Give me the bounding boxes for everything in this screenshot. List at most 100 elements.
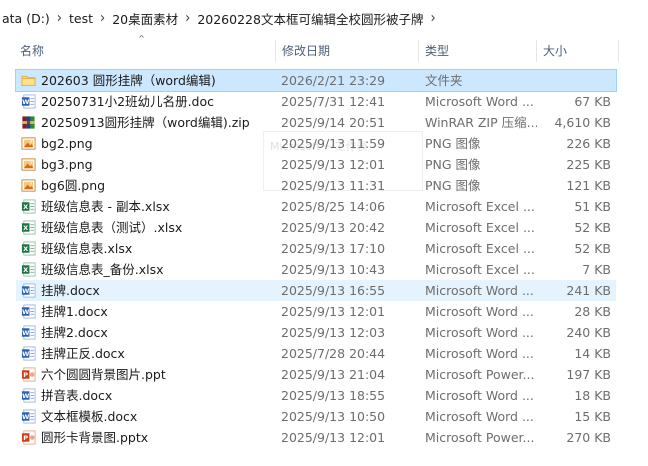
file-row[interactable]: W 挂牌正反.docx 2025/7/28 20:44 Microsoft Word … xyxy=(16,343,616,364)
file-size: 4,610 KB xyxy=(554,115,611,130)
file-size: 51 KB xyxy=(574,199,611,214)
file-size: 18 KB xyxy=(574,388,611,403)
sort-ascending-icon: ˄ xyxy=(137,35,146,46)
file-modified-date: 2025/9/13 12:01 xyxy=(281,157,386,172)
file-modified-date: 2025/9/13 10:43 xyxy=(281,262,386,277)
file-modified-date: 2025/9/13 12:03 xyxy=(281,325,386,340)
file-type: Microsoft Word ... xyxy=(425,409,534,424)
column-header-size[interactable]: 大小 xyxy=(537,36,617,66)
file-row[interactable]: W 挂牌1.docx 2025/9/13 12:01 Microsoft Word .… xyxy=(16,301,616,322)
file-size: 240 KB xyxy=(566,325,611,340)
file-row[interactable]: P 六个圆圆背景图片.ppt 2025/9/13 21:04 Microsoft Po… xyxy=(16,364,616,385)
file-name: 文本框模板.docx xyxy=(41,409,138,424)
file-row[interactable]: X 班级信息表 - 副本.xlsx 2025/8/25 14:06 Microsoft… xyxy=(16,196,616,217)
file-name: 班级信息表（测试）.xlsx xyxy=(41,220,183,235)
file-type: Microsoft Word ... xyxy=(425,94,534,109)
file-size: 270 KB xyxy=(566,430,611,445)
column-header-date[interactable]: 修改日期 xyxy=(276,36,416,66)
file-name: 202603 圆形挂牌（word编辑) xyxy=(41,73,216,88)
svg-text:W: W xyxy=(22,98,30,106)
file-modified-date: 2025/9/13 11:59 xyxy=(281,136,386,151)
file-name: bg2.png xyxy=(41,136,93,151)
breadcrumb-drive[interactable]: ata (D:) xyxy=(0,11,52,26)
svg-text:X: X xyxy=(23,266,28,274)
svg-text:X: X xyxy=(23,203,28,211)
file-modified-date: 2026/2/21 23:29 xyxy=(281,73,386,88)
file-row[interactable]: X 班级信息表_备份.xlsx 2025/9/13 10:43 Microsoft E… xyxy=(16,259,616,280)
file-name: 拼音表.docx xyxy=(41,388,113,403)
file-name: 挂牌2.docx xyxy=(41,325,108,340)
chevron-right-icon[interactable]: › xyxy=(52,9,67,26)
folder-icon xyxy=(21,73,36,88)
file-row-folder[interactable]: 202603 圆形挂牌（word编辑) 2026/2/21 23:29 文件夹 xyxy=(15,69,617,92)
file-row[interactable]: bg3.png 2025/9/13 12:01 PNG 图像 225 KB xyxy=(16,154,616,175)
file-modified-date: 2025/9/13 12:01 xyxy=(281,304,386,319)
file-name: 20250731小2班幼儿名册.doc xyxy=(41,94,215,109)
powerpoint-icon: P xyxy=(21,430,36,445)
address-breadcrumb[interactable]: ata (D:) › test › 20桌面素材 › 20260228文本框可编… xyxy=(0,0,648,36)
word-docx-icon: W xyxy=(21,283,36,298)
svg-text:P: P xyxy=(23,371,28,379)
file-row[interactable]: P 圆形卡背景图.pptx 2025/9/13 12:01 Microsoft Pow… xyxy=(16,427,616,448)
svg-text:W: W xyxy=(22,413,30,421)
word-doc-icon: W xyxy=(21,94,36,109)
file-type: Microsoft Excel ... xyxy=(425,199,535,214)
file-row[interactable]: W 文本框模板.docx 2025/9/13 10:50 Microsoft Word… xyxy=(16,406,616,427)
file-type: Microsoft Word ... xyxy=(425,388,534,403)
file-row[interactable]: X 班级信息表（测试）.xlsx 2025/9/13 20:42 Microsoft … xyxy=(16,217,616,238)
file-type: PNG 图像 xyxy=(425,136,481,151)
breadcrumb-desktop-material[interactable]: 20桌面素材 xyxy=(110,9,180,28)
png-image-icon xyxy=(21,178,36,193)
file-name: 班级信息表 - 副本.xlsx xyxy=(41,199,170,214)
file-row[interactable]: W 挂牌.docx 2025/9/13 16:55 Microsoft Word ..… xyxy=(16,280,616,301)
file-name: bg6圆.png xyxy=(41,178,106,193)
file-modified-date: 2025/9/13 18:55 xyxy=(281,388,386,403)
svg-text:W: W xyxy=(22,392,30,400)
column-divider[interactable] xyxy=(618,40,619,62)
file-modified-date: 2025/7/28 20:44 xyxy=(281,346,386,361)
svg-text:X: X xyxy=(23,245,28,253)
file-type: Microsoft Excel ... xyxy=(425,220,535,235)
breadcrumb-current-folder[interactable]: 20260228文本框可编辑全校圆形被子牌 xyxy=(195,9,425,28)
svg-text:W: W xyxy=(22,287,30,295)
file-size xyxy=(541,70,611,91)
file-size: 226 KB xyxy=(566,136,611,151)
file-type: Microsoft Power... xyxy=(425,367,535,382)
file-modified-date: 2025/9/13 16:55 xyxy=(281,283,386,298)
word-docx-icon: W xyxy=(21,325,36,340)
excel-icon: X xyxy=(21,262,36,277)
file-type: Microsoft Excel ... xyxy=(425,241,535,256)
file-modified-date: 2025/9/13 21:04 xyxy=(281,367,386,382)
file-size: 197 KB xyxy=(566,367,611,382)
svg-text:W: W xyxy=(22,329,30,337)
file-modified-date: 2025/9/13 17:10 xyxy=(281,241,386,256)
file-size: 225 KB xyxy=(566,157,611,172)
file-size: 67 KB xyxy=(574,94,611,109)
file-type: PNG 图像 xyxy=(425,178,481,193)
chevron-right-icon[interactable]: › xyxy=(95,9,110,26)
file-type: WinRAR ZIP 压缩... xyxy=(425,115,537,130)
column-header-type[interactable]: 类型 xyxy=(419,36,533,66)
file-size: 52 KB xyxy=(574,241,611,256)
excel-icon: X xyxy=(21,220,36,235)
file-row[interactable]: W 挂牌2.docx 2025/9/13 12:03 Microsoft Word .… xyxy=(16,322,616,343)
file-name: 圆形卡背景图.pptx xyxy=(41,430,149,445)
file-size: 241 KB xyxy=(566,283,611,298)
file-name: 六个圆圆背景图片.ppt xyxy=(41,367,166,382)
file-name: 班级信息表_备份.xlsx xyxy=(41,262,164,277)
chevron-right-icon[interactable]: › xyxy=(425,9,440,26)
file-row[interactable]: 20250913圆形挂牌（word编辑).zip 2025/9/14 20:51 W… xyxy=(16,112,616,133)
file-size: 15 KB xyxy=(574,409,611,424)
file-name: 班级信息表.xlsx xyxy=(41,241,133,256)
file-row[interactable]: bg6圆.png 2025/9/13 11:31 PNG 图像 121 KB xyxy=(16,175,616,196)
svg-text:P: P xyxy=(23,434,28,442)
file-size: 121 KB xyxy=(566,178,611,193)
svg-text:W: W xyxy=(22,350,30,358)
file-row[interactable]: X 班级信息表.xlsx 2025/9/13 17:10 Microsoft Exce… xyxy=(16,238,616,259)
breadcrumb-test[interactable]: test xyxy=(67,11,95,26)
file-row[interactable]: W 拼音表.docx 2025/9/13 18:55 Microsoft Word .… xyxy=(16,385,616,406)
excel-icon: X xyxy=(21,199,36,214)
file-row[interactable]: bg2.png 2025/9/13 11:59 PNG 图像 226 KB xyxy=(16,133,616,154)
chevron-right-icon[interactable]: › xyxy=(180,9,195,26)
file-row[interactable]: W 20250731小2班幼儿名册.doc 2025/7/31 12:41 Micro… xyxy=(16,91,616,112)
